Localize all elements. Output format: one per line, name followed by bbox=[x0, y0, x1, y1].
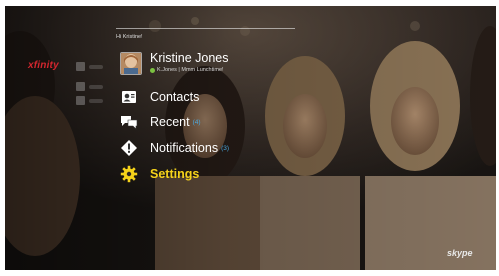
menu-item-contacts[interactable]: Contacts bbox=[120, 88, 202, 106]
avatar bbox=[120, 52, 142, 75]
header-divider bbox=[116, 28, 295, 29]
menu-label: Settings bbox=[150, 167, 200, 181]
menu-item-settings[interactable]: Settings bbox=[120, 165, 199, 183]
profile-name: Kristine Jones bbox=[150, 51, 229, 65]
menu-label: Notifications bbox=[150, 141, 219, 155]
recent-chat-icon bbox=[120, 113, 138, 131]
rail-thumb bbox=[76, 82, 85, 91]
menu-item-recent[interactable]: Recent (4) bbox=[120, 113, 201, 131]
menu-label: Recent bbox=[150, 115, 190, 129]
rail-item bbox=[76, 96, 103, 105]
rail-thumb bbox=[76, 62, 85, 71]
menu-count: (3) bbox=[221, 144, 230, 152]
alert-icon bbox=[120, 139, 138, 157]
xfinity-logo: xfinity bbox=[28, 60, 59, 71]
menu-item-notifications[interactable]: Notifications (3) bbox=[120, 139, 229, 157]
tv-screen bbox=[5, 6, 496, 270]
contacts-icon bbox=[120, 88, 138, 106]
profile-status: K.Jones | Mmm Lunchtime! bbox=[150, 67, 224, 73]
gear-icon bbox=[120, 165, 138, 183]
rail-item bbox=[76, 62, 103, 71]
rail-thumb bbox=[76, 96, 85, 105]
avatar-photo-icon bbox=[121, 53, 141, 74]
status-message: K.Jones | Mmm Lunchtime! bbox=[157, 67, 224, 73]
overlay-shade bbox=[5, 6, 496, 270]
rail-item bbox=[76, 82, 103, 91]
menu-label: Contacts bbox=[150, 90, 200, 104]
menu-count: (4) bbox=[192, 118, 201, 126]
skype-logo: skype bbox=[447, 248, 473, 258]
greeting-text: Hi Kristine! bbox=[116, 34, 143, 40]
online-status-icon bbox=[150, 67, 155, 73]
